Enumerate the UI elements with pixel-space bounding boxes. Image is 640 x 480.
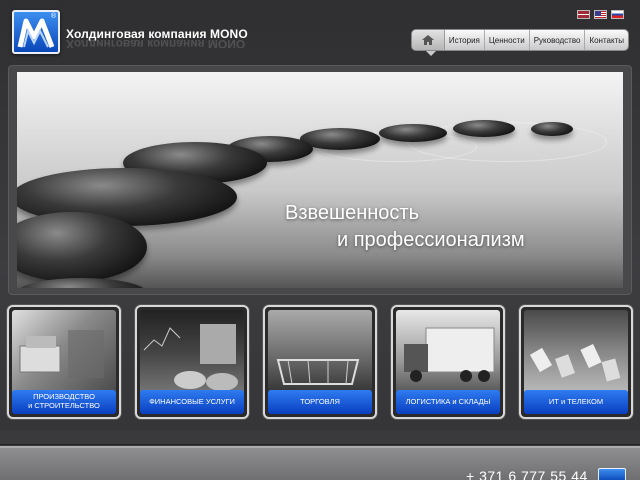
hero-banner: Взвешенность и профессионализм [17,72,623,288]
category-manufacturing-label: ПРОИЗВОДСТВО и СТРОИТЕЛЬСТВО [12,390,116,414]
home-icon [421,35,434,45]
logistics-photo [396,310,500,394]
footer-logo[interactable] [598,468,626,480]
mono-logo-icon [17,18,55,48]
stone [379,124,447,142]
russia-flag-icon[interactable] [611,10,624,19]
nav-item-values[interactable]: Ценности [485,30,530,50]
banner-slogan-line1: Взвешенность [285,202,419,224]
it-telecom-photo [524,310,628,394]
banner-slogan-line2: и профессионализм [337,229,525,251]
trade-photo [268,310,372,394]
category-logistics[interactable]: ЛОГИСТИКА и СКЛАДЫ [391,305,505,419]
category-manufacturing[interactable]: ПРОИЗВОДСТВО и СТРОИТЕЛЬСТВО [7,305,121,419]
network-cables-icon [529,343,621,382]
stone [17,278,147,288]
category-it-telecom[interactable]: ИТ и ТЕЛЕКОМ [519,305,633,419]
manufacturing-photo [12,310,116,394]
nav-item-management[interactable]: Руководство [530,30,586,50]
category-finance[interactable]: ФИНАНСОВЫЕ УСЛУГИ [135,305,249,419]
latvia-flag-icon[interactable] [577,10,590,19]
shopping-cart-icon [276,359,360,385]
stone [453,120,515,137]
company-name-reflection: Холдинговая компания MONO [66,39,246,48]
truck-icon [404,327,495,382]
usa-flag-icon[interactable] [594,10,607,19]
category-trade-label: ТОРГОВЛЯ [268,390,372,414]
section-divider [0,430,640,445]
category-finance-label: ФИНАНСОВЫЕ УСЛУГИ [140,390,244,414]
sewing-machine-icon [19,330,104,378]
nav-active-pointer [426,51,436,56]
main-nav: История Ценности Руководство Контакты [411,29,629,51]
nav-item-history[interactable]: История [445,30,485,50]
nav-home[interactable] [412,30,445,50]
category-trade[interactable]: ТОРГОВЛЯ [263,305,377,419]
company-logo[interactable]: ® [12,10,60,54]
stone [531,122,573,136]
nav-item-contacts[interactable]: Контакты [585,30,628,50]
category-it-telecom-label: ИТ и ТЕЛЕКОМ [524,390,628,414]
stone [17,212,147,282]
coins-chart-icon [143,324,238,391]
registered-mark: ® [50,13,56,20]
language-switcher [577,10,624,19]
finance-photo [140,310,244,394]
category-logistics-label: ЛОГИСТИКА и СКЛАДЫ [396,390,500,414]
footer-phone: + 371 6 777 55 44 [466,468,588,480]
category-tiles: ПРОИЗВОДСТВО и СТРОИТЕЛЬСТВО ФИНАНСОВЫЕ … [7,305,633,420]
